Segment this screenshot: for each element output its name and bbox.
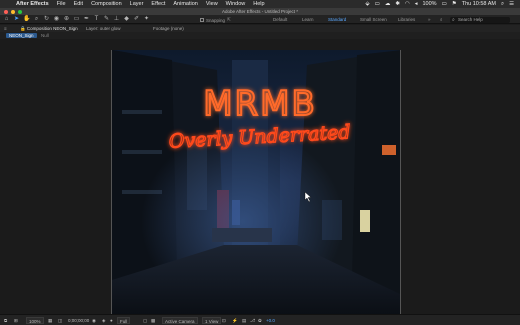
- grid-icon[interactable]: ⊞: [14, 317, 18, 324]
- snapshot-icon[interactable]: ◉: [92, 317, 96, 324]
- snapping-control[interactable]: Snapping ⇱: [200, 17, 231, 23]
- window-controls: [4, 9, 22, 14]
- notification-center-icon[interactable]: ☰: [509, 1, 514, 7]
- toggle-pixel-aspect-icon[interactable]: ⊡: [222, 317, 226, 324]
- viewer-footer: ⧉ ⊞ 100% ▦ ◫ 0;00;00;00 ◉ ◈ ● Full ▢ ▩ A…: [0, 314, 520, 325]
- search-help-icon[interactable]: ⌕: [440, 15, 443, 24]
- exposure-value[interactable]: +0.0: [266, 317, 275, 324]
- menu-view[interactable]: View: [206, 1, 218, 7]
- wifi-icon[interactable]: ◠: [405, 1, 410, 7]
- window-title: Adobe After Effects - Untitled Project *: [222, 9, 298, 14]
- hand-tool-icon[interactable]: ✋: [23, 16, 30, 23]
- menu-file[interactable]: File: [57, 1, 66, 7]
- menu-animation[interactable]: Animation: [173, 1, 197, 7]
- workspace-overflow-icon[interactable]: »: [428, 15, 431, 24]
- workspace-default[interactable]: Default: [273, 15, 287, 24]
- composition-navigator: NEON_Sign Null: [0, 32, 520, 39]
- region-of-interest-icon[interactable]: ▢: [143, 317, 147, 324]
- zoom-tool-icon[interactable]: ⌕: [33, 16, 40, 23]
- safe-zones-icon[interactable]: ▦: [48, 317, 52, 324]
- mask-tool-icon[interactable]: ▭: [73, 16, 80, 23]
- zoom-dropdown[interactable]: 100%: [26, 317, 44, 324]
- search-icon: ⌕: [452, 16, 455, 23]
- display-icon[interactable]: ▭: [375, 1, 380, 7]
- alley-scene-image: MRMB Overly Underrated: [112, 50, 400, 314]
- tab-composition[interactable]: 🔒 Composition NEON_Sign: [12, 25, 78, 32]
- tab-layer[interactable]: Layer: outer glow: [82, 25, 121, 32]
- battery-percent: 100%: [422, 1, 437, 7]
- menu-edit[interactable]: Edit: [74, 1, 83, 7]
- camera-tool-icon[interactable]: ◉: [53, 16, 60, 23]
- panel-menu-icon[interactable]: ≡: [4, 25, 7, 32]
- eraser-tool-icon[interactable]: ◆: [123, 16, 130, 23]
- zoom-window-button[interactable]: [18, 9, 22, 14]
- workspace-learn[interactable]: Learn: [302, 15, 314, 24]
- rotate-tool-icon[interactable]: ↻: [43, 16, 50, 23]
- breadcrumb-neon-sign[interactable]: NEON_Sign: [6, 33, 37, 38]
- app-name-menu[interactable]: After Effects: [16, 1, 49, 7]
- clock[interactable]: Thu 10:58 AM: [462, 1, 496, 7]
- cloud-icon[interactable]: ☁: [385, 1, 391, 7]
- current-time[interactable]: 0;00;00;00: [68, 317, 89, 324]
- menu-layer[interactable]: Layer: [130, 1, 144, 7]
- puppet-tool-icon[interactable]: ✦: [143, 16, 150, 23]
- window-title-bar: Adobe After Effects - Untitled Project *: [0, 8, 520, 15]
- always-preview-icon[interactable]: ⧉: [4, 317, 7, 324]
- menu-window[interactable]: Window: [226, 1, 246, 7]
- workspace-small-screen[interactable]: Small Screen: [360, 15, 387, 24]
- timeline-icon[interactable]: ▤: [242, 317, 246, 324]
- clone-stamp-tool-icon[interactable]: ⊥: [113, 16, 120, 23]
- menu-help[interactable]: Help: [253, 1, 264, 7]
- bluetooth-icon[interactable]: ✱: [395, 1, 400, 7]
- workspace-standard[interactable]: Standard: [328, 15, 346, 24]
- apple-icon[interactable]: [6, 1, 12, 7]
- battery-icon[interactable]: ▭: [442, 1, 447, 7]
- selection-tool-icon[interactable]: ➤: [13, 16, 20, 23]
- camera-dropdown[interactable]: Active Camera: [162, 317, 198, 324]
- view-layout-dropdown[interactable]: 1 View: [202, 317, 222, 324]
- snapping-checkbox[interactable]: [200, 18, 204, 22]
- neon-sign-top: MRMB: [203, 84, 317, 124]
- tab-footage[interactable]: Footage (none): [145, 25, 184, 32]
- reset-exposure-icon[interactable]: ✿: [258, 317, 262, 324]
- brush-tool-icon[interactable]: ✎: [103, 16, 110, 23]
- menu-bar: After Effects File Edit Composition Laye…: [0, 0, 520, 8]
- tab-composition-label: Composition NEON_Sign: [26, 26, 78, 31]
- breadcrumb-null[interactable]: Null: [38, 33, 52, 38]
- type-tool-icon[interactable]: T: [93, 16, 100, 23]
- fast-previews-icon[interactable]: ⚡: [232, 317, 238, 324]
- search-help-placeholder: Search Help: [458, 16, 483, 22]
- lock-icon[interactable]: 🔒: [20, 26, 26, 31]
- transparency-grid-icon[interactable]: ▩: [151, 317, 155, 324]
- tab-layer-label: Layer: outer glow: [86, 26, 121, 31]
- pen-tool-icon[interactable]: ✒: [83, 16, 90, 23]
- viewer-tabs: ≡ 🔒 Composition NEON_Sign Layer: outer g…: [0, 25, 520, 32]
- menu-effect[interactable]: Effect: [151, 1, 165, 7]
- roto-brush-tool-icon[interactable]: ✐: [133, 16, 140, 23]
- composition-frame[interactable]: MRMB Overly Underrated: [111, 50, 401, 314]
- status-area: ⬙ ▭ ☁ ✱ ◠ ◂ 100% ▭ ⚑ Thu 10:58 AM ⌕ ☰: [365, 0, 514, 8]
- color-channel-icon[interactable]: ●: [110, 317, 113, 324]
- snapping-label: Snapping: [206, 17, 226, 23]
- pan-behind-tool-icon[interactable]: ⊕: [63, 16, 70, 23]
- mask-visibility-icon[interactable]: ◫: [58, 317, 62, 324]
- menu-composition[interactable]: Composition: [91, 1, 122, 7]
- flag-icon[interactable]: ⚑: [452, 1, 457, 7]
- tools-toolbar: ⌂ ➤ ✋ ⌕ ↻ ◉ ⊕ ▭ ✒ T ✎ ⊥ ◆ ✐ ✦ Snapping ⇱…: [0, 15, 520, 24]
- search-help-field[interactable]: ⌕ Search Help: [450, 16, 510, 23]
- snapping-options-icon[interactable]: ⇱: [227, 17, 231, 23]
- tab-footage-label: Footage (none): [153, 26, 184, 31]
- dropbox-icon[interactable]: ⬙: [365, 1, 369, 7]
- spotlight-icon[interactable]: ⌕: [501, 1, 504, 8]
- flowchart-icon[interactable]: ⎇: [250, 317, 255, 324]
- volume-icon[interactable]: ◂: [415, 1, 418, 7]
- show-snapshot-icon[interactable]: ◈: [102, 317, 105, 324]
- home-icon[interactable]: ⌂: [3, 16, 10, 23]
- close-window-button[interactable]: [4, 9, 8, 14]
- minimize-window-button[interactable]: [11, 9, 15, 14]
- resolution-dropdown[interactable]: Full: [117, 317, 131, 324]
- workspace-libraries[interactable]: Libraries: [398, 15, 415, 24]
